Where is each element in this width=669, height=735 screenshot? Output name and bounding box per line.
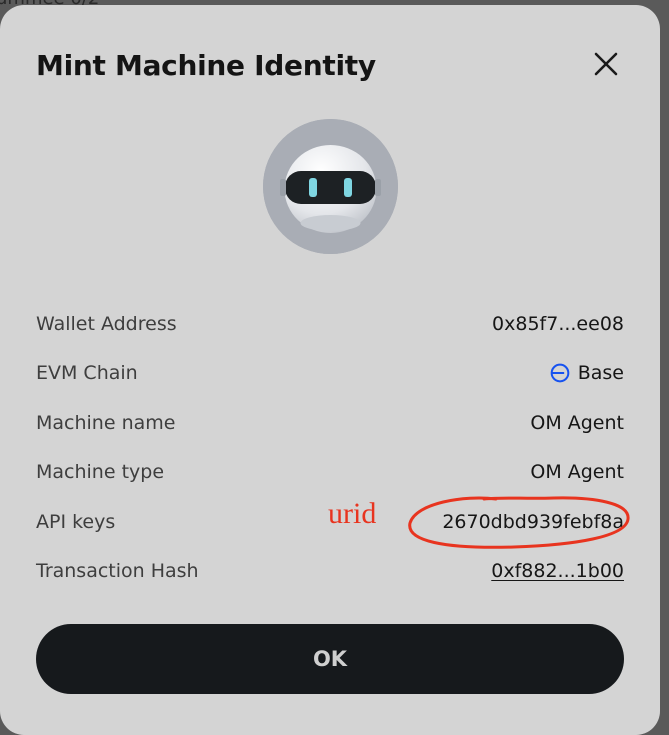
machine-avatar (263, 119, 398, 254)
ok-button[interactable]: OK (36, 624, 624, 694)
api-keys-value: 2670dbd939febf8a (442, 510, 624, 533)
machine-name-value: OM Agent (530, 411, 624, 434)
transaction-hash-link[interactable]: 0xf882...1b00 (491, 560, 624, 582)
evm-chain-value: Base (577, 362, 624, 385)
identity-details: Wallet Address 0x85f7...ee08 EVM Chain B… (36, 299, 630, 597)
close-button[interactable] (590, 48, 622, 80)
machine-type-value: OM Agent (530, 461, 624, 484)
detail-row-transaction-hash: Transaction Hash 0xf882...1b00 (36, 547, 624, 597)
close-icon (594, 52, 618, 76)
machine-type-label: Machine type (36, 461, 165, 484)
mint-identity-dialog: Mint Machine Identity Wallet Address 0x8… (0, 5, 660, 735)
detail-row-machine-type: Machine type OM Agent (36, 448, 624, 498)
dialog-title: Mint Machine Identity (36, 49, 376, 82)
detail-row-wallet-address: Wallet Address 0x85f7...ee08 (36, 299, 624, 349)
detail-row-api-keys: API keys urid 2670dbd939febf8a (36, 496, 630, 549)
annotation-urid-text: urid (328, 497, 377, 530)
base-chain-icon (550, 363, 570, 383)
wallet-address-value: 0x85f7...ee08 (492, 312, 624, 335)
evm-chain-label: EVM Chain (36, 362, 138, 385)
detail-row-evm-chain: EVM Chain Base (36, 349, 624, 399)
transaction-hash-label: Transaction Hash (36, 560, 199, 583)
robot-avatar-icon (263, 119, 398, 254)
machine-name-label: Machine name (36, 411, 176, 434)
wallet-address-label: Wallet Address (36, 312, 177, 335)
detail-row-machine-name: Machine name OM Agent (36, 398, 624, 448)
evm-chain-value-group: Base (550, 362, 624, 384)
api-keys-label: API keys (36, 510, 116, 533)
